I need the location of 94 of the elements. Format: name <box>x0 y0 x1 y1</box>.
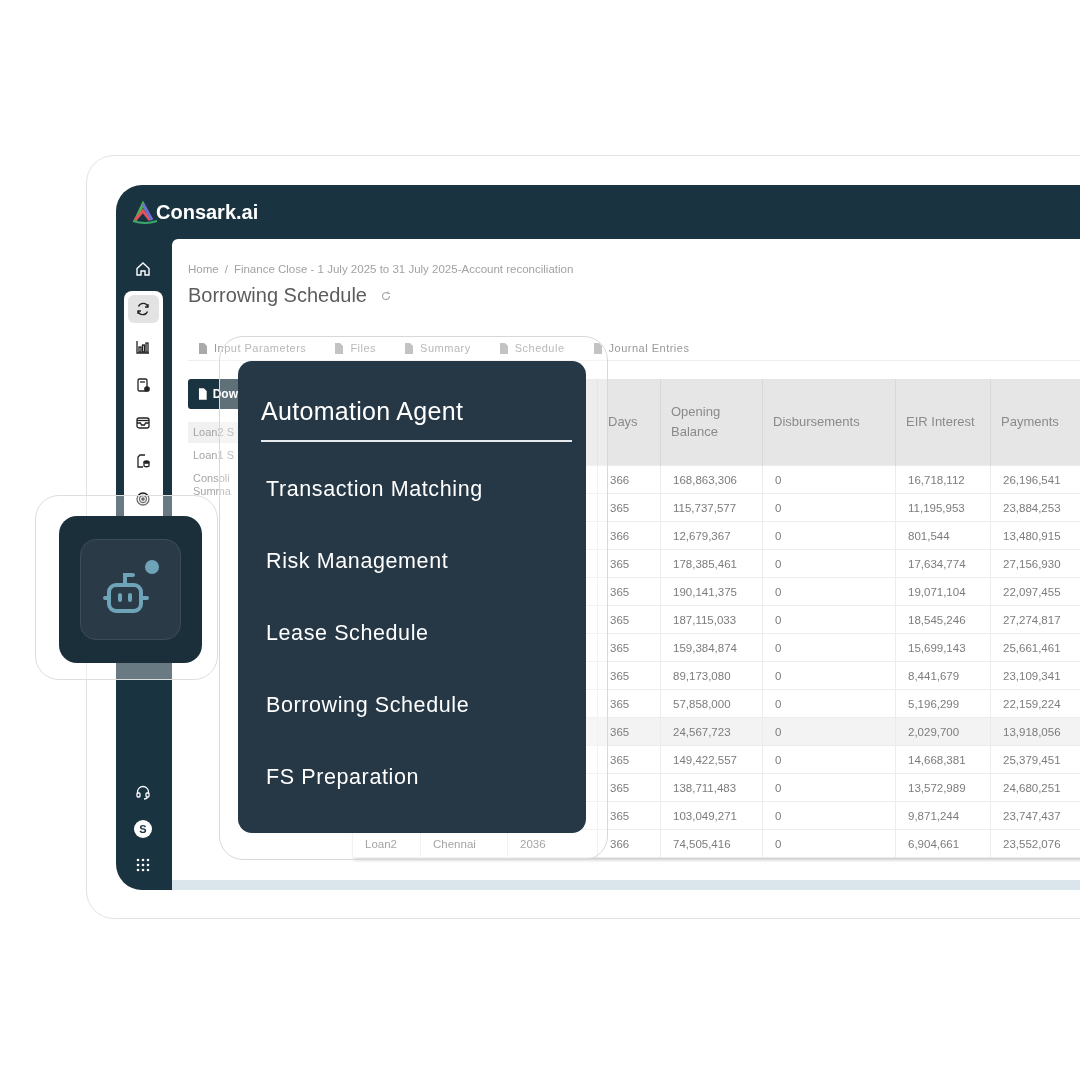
table-cell: 0 <box>762 633 896 662</box>
logo-icon <box>132 199 158 225</box>
table-cell: 366 <box>597 465 661 494</box>
table-cell: 149,422,557 <box>660 745 763 774</box>
table-cell: 365 <box>597 549 661 578</box>
table-cell: 365 <box>597 661 661 690</box>
table-cell: 159,384,874 <box>660 633 763 662</box>
table-cell: 89,173,080 <box>660 661 763 690</box>
tab[interactable]: Summary <box>394 337 481 360</box>
document-icon <box>498 342 509 354</box>
column-header: Disbursements <box>762 379 896 466</box>
table-cell: 365 <box>597 493 661 522</box>
table-cell: 365 <box>597 633 661 662</box>
document-icon <box>198 388 208 400</box>
table-cell: 0 <box>762 689 896 718</box>
table-cell: 366 <box>597 829 661 858</box>
table-cell: 0 <box>762 465 896 494</box>
table-cell: 0 <box>762 773 896 802</box>
table-cell: 168,863,306 <box>660 465 763 494</box>
tab[interactable]: Input Parameters <box>188 337 317 360</box>
table-cell: 0 <box>762 717 896 746</box>
column-header: Days <box>597 379 661 466</box>
table-cell: 0 <box>762 493 896 522</box>
table-cell: 190,141,375 <box>660 577 763 606</box>
table-cell: 8,441,679 <box>895 661 991 690</box>
refresh-icon[interactable] <box>127 295 159 323</box>
table-cell: 15,699,143 <box>895 633 991 662</box>
app-grid-icon[interactable] <box>136 858 150 872</box>
document-icon <box>334 342 345 354</box>
breadcrumb-separator: / <box>224 263 228 275</box>
table-cell: 18,545,246 <box>895 605 991 634</box>
table-cell: 365 <box>597 745 661 774</box>
table-cell: 365 <box>597 605 661 634</box>
table-cell: 365 <box>597 773 661 802</box>
list-item[interactable]: Loan1 S <box>188 445 241 466</box>
table-cell: 138,711,483 <box>660 773 763 802</box>
table-cell: 365 <box>597 689 661 718</box>
table-cell: 9,871,244 <box>895 801 991 830</box>
table-cell: 0 <box>762 549 896 578</box>
table-cell: 0 <box>762 521 896 550</box>
table-cell: 0 <box>762 661 896 690</box>
user-avatar[interactable]: S <box>134 820 152 838</box>
table-cell: 19,071,104 <box>895 577 991 606</box>
table-cell: 14,668,381 <box>895 745 991 774</box>
page-title: Borrowing Schedule <box>188 284 367 307</box>
list-item[interactable]: Consoli Summa <box>188 468 241 502</box>
menu-item[interactable]: Transaction Matching <box>266 469 483 510</box>
robot-icon <box>102 570 151 615</box>
table-cell: 115,737,577 <box>660 493 763 522</box>
logo-text: Consark.ai <box>156 200 259 224</box>
menu-item[interactable]: Risk Management <box>266 541 449 582</box>
table-cell: 178,385,461 <box>660 549 763 578</box>
table-cell: 0 <box>762 829 896 858</box>
tab[interactable]: Schedule <box>488 337 575 360</box>
document-icon <box>198 342 208 354</box>
menu-item[interactable]: Lease Schedule <box>266 613 429 654</box>
table-cell: 365 <box>597 801 661 830</box>
table-cell: 13,572,989 <box>895 773 991 802</box>
agent-button[interactable] <box>80 539 181 640</box>
column-header: Opening Balance <box>660 379 763 466</box>
table-cell: 2,029,700 <box>895 717 991 746</box>
document-icon <box>592 342 603 354</box>
table-cell: 13,918,056 <box>990 717 1080 746</box>
tab[interactable]: Journal Entries <box>582 337 700 360</box>
table-cell: 57,858,000 <box>660 689 763 718</box>
menu-item[interactable]: Borrowing Schedule <box>266 685 470 726</box>
table-cell: 187,115,033 <box>660 605 763 634</box>
table-cell: 17,634,774 <box>895 549 991 578</box>
table-cell: 103,049,271 <box>660 801 763 830</box>
menu-title: Automation Agent <box>261 397 572 442</box>
table-cell: 6,904,661 <box>895 829 991 858</box>
table-cell: 5,196,299 <box>895 689 991 718</box>
table-cell: 12,679,367 <box>660 521 763 550</box>
table-cell: 74,505,416 <box>660 829 763 858</box>
document-icon <box>404 342 415 354</box>
breadcrumb-link[interactable]: Finance Close - 1 July 2025 to 31 July 2025-Account reconciliation <box>233 263 574 275</box>
column-header: Payments <box>990 379 1080 466</box>
table-cell: 11,195,953 <box>895 493 991 522</box>
breadcrumb-link[interactable]: Home <box>188 263 219 275</box>
tab[interactable]: Files <box>324 337 387 360</box>
headset-icon[interactable] <box>135 784 151 800</box>
table-cell: 24,567,723 <box>660 717 763 746</box>
column-header: EIR Interest <box>895 379 991 466</box>
table-cell: 366 <box>597 521 661 550</box>
table-cell: 365 <box>597 717 661 746</box>
table-cell: 0 <box>762 605 896 634</box>
table-cell: 365 <box>597 577 661 606</box>
table-cell: 0 <box>762 745 896 774</box>
table-cell: 16,718,112 <box>895 465 991 494</box>
table-cell: 801,544 <box>895 521 991 550</box>
table-cell: 0 <box>762 801 896 830</box>
table-cell: 0 <box>762 577 896 606</box>
table-cell: 26,196,541 <box>990 465 1080 494</box>
menu-item[interactable]: FS Preparation <box>266 757 419 798</box>
